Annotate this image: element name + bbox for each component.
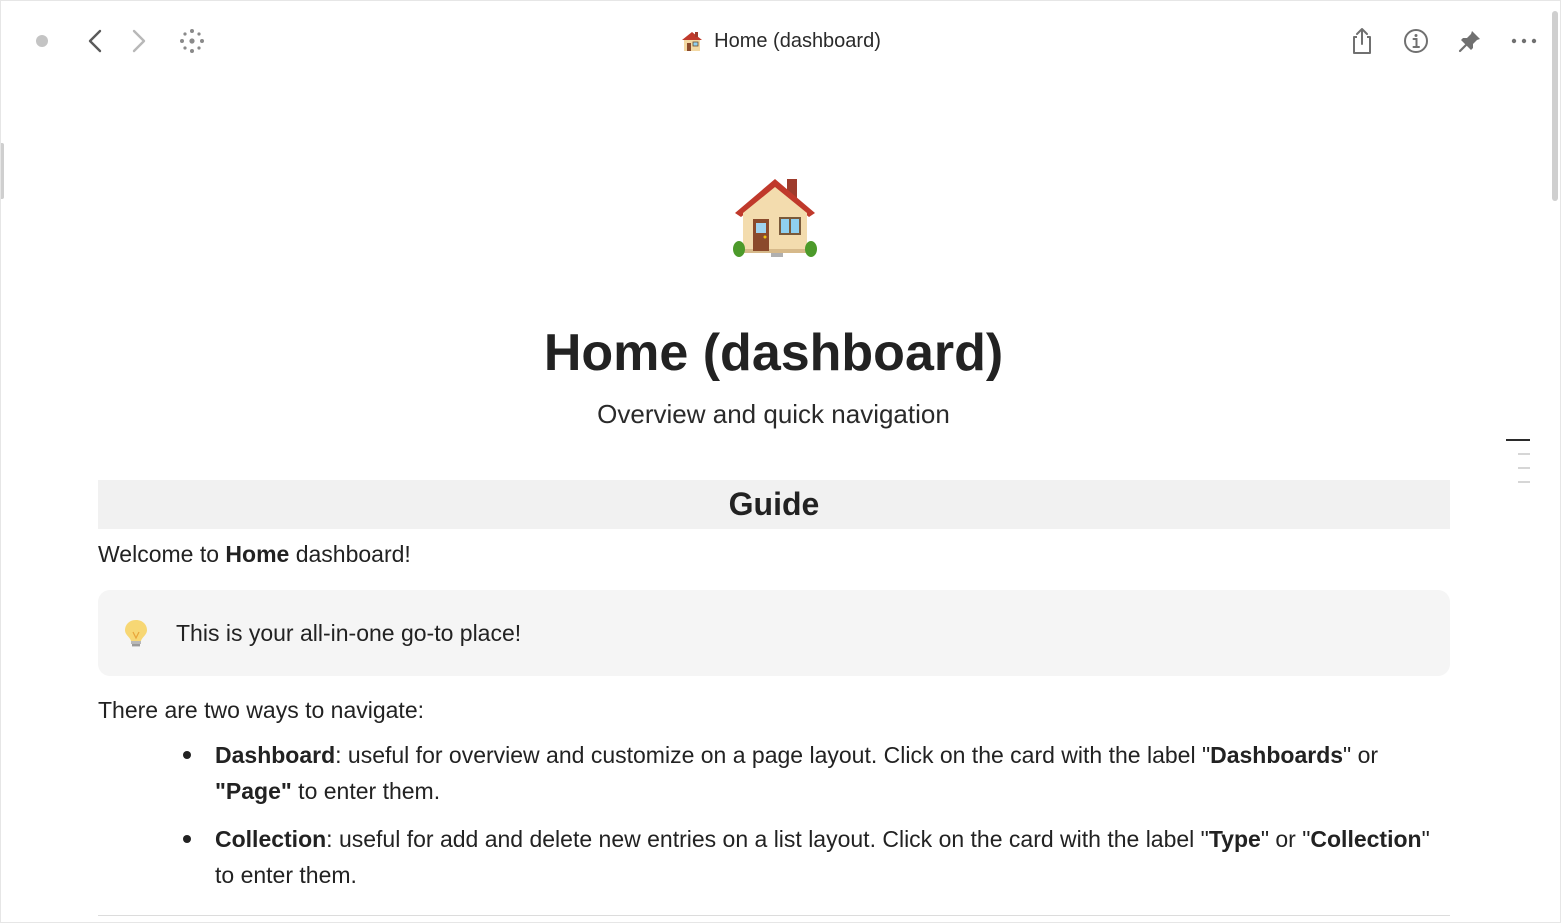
info-icon	[1404, 29, 1428, 53]
divider	[98, 915, 1450, 916]
pin-button[interactable]	[1454, 25, 1486, 57]
bullet-term: Dashboard	[215, 742, 336, 768]
sidebar-resize-handle[interactable]	[1, 143, 4, 199]
house-icon	[682, 32, 703, 51]
bullet-label: Dashboards	[1210, 742, 1344, 768]
outline-tick-active[interactable]	[1506, 439, 1530, 441]
bullet-label: "Page"	[215, 778, 292, 804]
welcome-pre: Welcome to	[98, 541, 226, 567]
bullet-text: : useful for add and delete new entries …	[326, 826, 1209, 852]
scrollbar[interactable]	[1548, 1, 1560, 922]
window-title-text: Home (dashboard)	[714, 29, 881, 52]
welcome-post: dashboard!	[289, 541, 411, 567]
callout-block: This is your all-in-one go-to place!	[98, 590, 1450, 676]
pin-icon	[1458, 31, 1480, 53]
navigate-intro: There are two ways to navigate:	[98, 697, 424, 723]
bullet-term: Collection	[215, 826, 327, 852]
toolbar: Home (dashboard)	[1, 1, 1560, 83]
list-item: Collection: useful for add and delete ne…	[181, 821, 1451, 893]
welcome-bold: Home	[225, 541, 290, 567]
outline-tick[interactable]	[1518, 481, 1530, 483]
page-title: Home (dashboard)	[543, 324, 1004, 382]
more-button[interactable]	[1508, 25, 1540, 57]
outline-tick[interactable]	[1518, 453, 1530, 455]
share-button[interactable]	[1346, 25, 1378, 57]
outline-indicator[interactable]	[1506, 439, 1532, 495]
info-button[interactable]	[1400, 25, 1432, 57]
bullet-text: " or	[1343, 742, 1379, 768]
window-title: Home (dashboard)	[1, 29, 1560, 53]
list-item: Dashboard: useful for overview and custo…	[181, 737, 1451, 809]
welcome-text: Welcome to Home dashboard!	[98, 541, 411, 568]
page-subtitle: Overview and quick navigation	[597, 399, 950, 429]
bullet-label: Type	[1208, 826, 1261, 852]
outline-tick[interactable]	[1518, 467, 1530, 469]
ellipsis-icon	[1511, 38, 1537, 44]
lightbulb-icon	[125, 620, 147, 647]
bullet-label: Collection	[1310, 826, 1422, 852]
guide-section-header: Guide	[98, 480, 1450, 529]
bullet-text: : useful for overview and customize on a…	[335, 742, 1211, 768]
bullet-text: to enter them.	[291, 778, 441, 804]
house-icon[interactable]	[731, 173, 819, 259]
share-icon	[1353, 28, 1371, 54]
bullet-text: " or "	[1260, 826, 1311, 852]
callout-text: This is your all-in-one go-to place!	[176, 619, 522, 646]
app-window: Home (dashboard) Home (dashboard) Overvi…	[0, 0, 1561, 923]
navigation-bullet-list: Dashboard: useful for overview and custo…	[181, 737, 1451, 905]
scrollbar-thumb[interactable]	[1552, 11, 1558, 201]
